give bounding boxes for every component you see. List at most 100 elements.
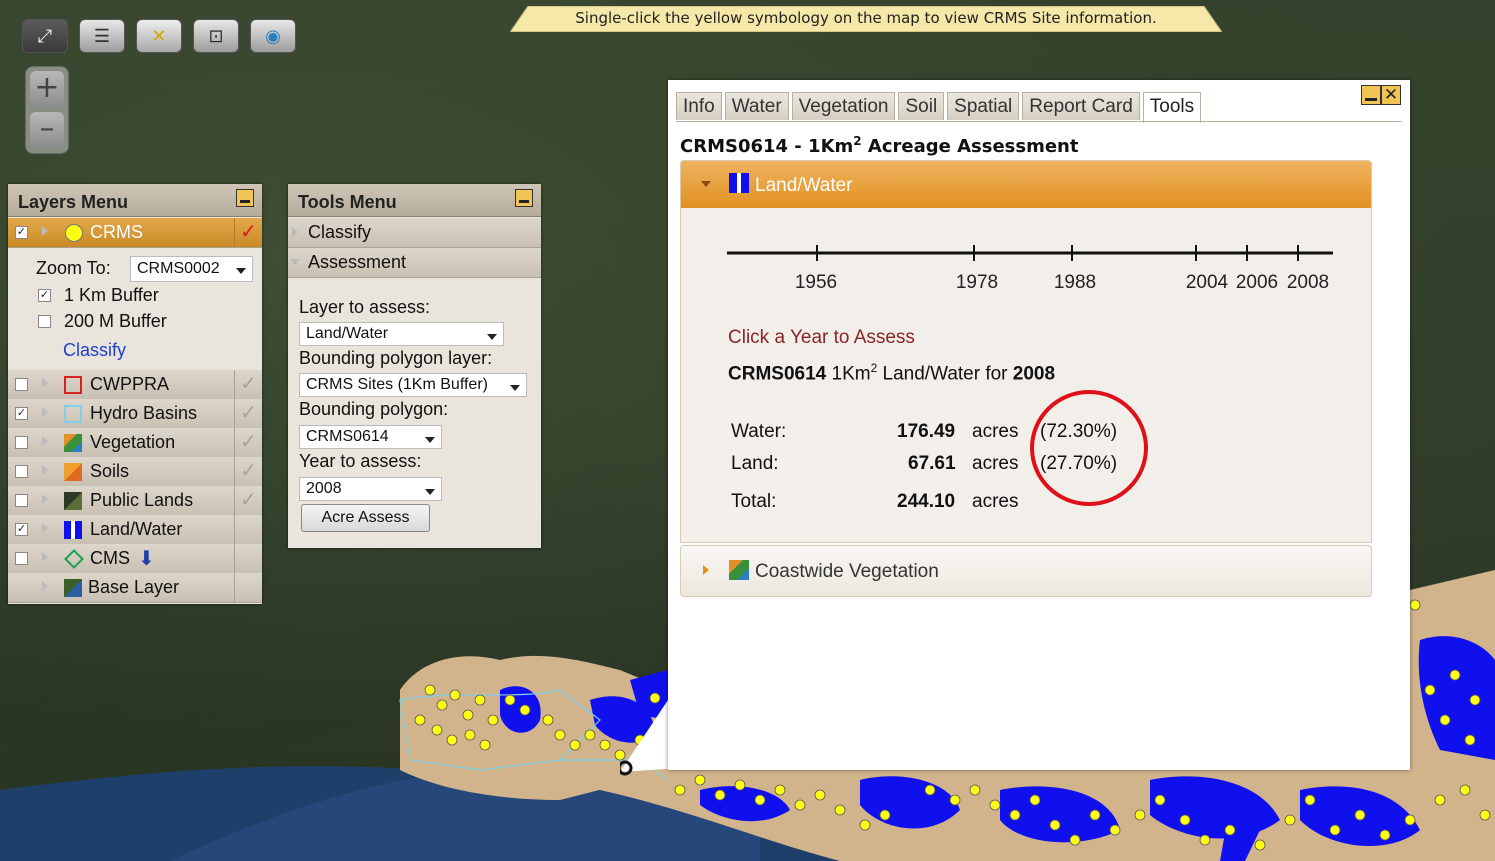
download-arrow-icon[interactable]: ⬇ xyxy=(138,546,155,571)
layer-label: Public Lands xyxy=(90,490,194,510)
land-value: 67.61 xyxy=(908,453,956,474)
year-select[interactable]: 2008 xyxy=(299,477,442,501)
total-label: Total: xyxy=(731,491,777,512)
year-2008[interactable]: 2008 xyxy=(1287,272,1329,294)
layers-menu-title: Layers Menu xyxy=(18,192,129,212)
minimize-button[interactable] xyxy=(1361,85,1381,105)
accordion-land-water[interactable]: Land/Water xyxy=(680,160,1372,210)
checkmark-icon: ✓ xyxy=(234,399,262,428)
zoom-extent-button[interactable]: ⊡ xyxy=(193,19,239,53)
tools-minimize-button[interactable] xyxy=(515,189,533,207)
chevron-down-icon xyxy=(510,385,520,391)
expand-arrow-icon[interactable] xyxy=(42,552,48,562)
checkmark-blank xyxy=(234,544,262,573)
clear-button[interactable]: ✕ xyxy=(136,19,182,53)
tab-info[interactable]: Info xyxy=(676,92,722,120)
layer-label: CWPPRA xyxy=(90,374,170,394)
hint-banner: Single-click the yellow symbology on the… xyxy=(510,6,1222,32)
layer-label: CMS xyxy=(90,548,130,568)
cms-checkbox[interactable] xyxy=(15,552,28,565)
zoom-to-select[interactable]: CRMS0002 xyxy=(130,256,253,282)
fullscreen-icon: ⤢ xyxy=(37,25,53,46)
tab-water[interactable]: Water xyxy=(724,92,789,120)
map-toolbar: ⤢ ☰ ✕ ⊡ ◉ xyxy=(22,19,296,53)
tools-section-assessment[interactable]: Assessment xyxy=(288,248,541,278)
result-unit: 1Km xyxy=(826,363,871,385)
acre-assess-button[interactable]: Acre Assess xyxy=(301,504,430,532)
bounding-layer-select[interactable]: CRMS Sites (1Km Buffer) xyxy=(299,373,527,397)
water-label: Water: xyxy=(731,421,787,442)
expand-arrow-icon[interactable] xyxy=(42,407,48,417)
accordion-label: Land/Water xyxy=(755,175,853,196)
zoom-control: + – xyxy=(25,66,69,154)
expand-arrow-icon[interactable] xyxy=(42,378,48,388)
vegetation-icon xyxy=(64,434,82,452)
tab-spatial[interactable]: Spatial xyxy=(947,92,1020,120)
tab-tools[interactable]: Tools xyxy=(1142,92,1202,123)
tools-section-classify[interactable]: Classify xyxy=(288,218,541,248)
zoom-out-button[interactable]: – xyxy=(30,112,64,148)
layer-row-cms[interactable]: CMS ⬇ xyxy=(8,544,262,574)
fullscreen-button[interactable]: ⤢ xyxy=(22,19,68,53)
title-suffix: Acreage Assessment xyxy=(861,136,1079,157)
title-superscript: 2 xyxy=(853,134,862,148)
water-unit: acres xyxy=(972,421,1019,442)
tab-report-card[interactable]: Report Card xyxy=(1022,92,1140,120)
layer-row-base-layer[interactable]: Base Layer xyxy=(8,573,262,603)
chevron-down-icon xyxy=(701,181,711,187)
layer-to-assess-select[interactable]: Land/Water xyxy=(299,322,504,346)
tools-menu-title: Tools Menu xyxy=(298,192,397,212)
accordion-coastwide-vegetation[interactable]: Coastwide Vegetation xyxy=(680,545,1372,597)
layer-row-soils[interactable]: Soils ✓ xyxy=(8,457,262,487)
globe-button[interactable]: ◉ xyxy=(250,19,296,53)
layers-button[interactable]: ☰ xyxy=(79,19,125,53)
expand-arrow-icon[interactable] xyxy=(42,523,48,533)
expand-arrow-icon[interactable] xyxy=(42,581,48,591)
hydro-basins-checkbox[interactable]: ✓ xyxy=(15,407,28,420)
layer-row-crms[interactable]: ✓ CRMS ✓ xyxy=(8,218,262,248)
year-1978[interactable]: 1978 xyxy=(956,272,998,294)
result-mid: Land/Water for xyxy=(877,363,1013,385)
chevron-right-icon xyxy=(703,565,709,575)
tab-soil[interactable]: Soil xyxy=(898,92,945,120)
layer-label-crms: CRMS xyxy=(90,222,143,242)
zoom-in-button[interactable]: + xyxy=(30,71,64,107)
soils-checkbox[interactable] xyxy=(15,465,28,478)
vegetation-checkbox[interactable] xyxy=(15,436,28,449)
land-unit: acres xyxy=(972,453,1019,474)
layer-row-public-lands[interactable]: Public Lands ✓ xyxy=(8,486,262,516)
layer-row-hydro-basins[interactable]: ✓ Hydro Basins ✓ xyxy=(8,399,262,429)
public-lands-checkbox[interactable] xyxy=(15,494,28,507)
tab-divider xyxy=(676,121,1402,122)
close-button[interactable]: ✕ xyxy=(1381,85,1401,105)
expand-arrow-icon[interactable] xyxy=(42,436,48,446)
layer-row-vegetation[interactable]: Vegetation ✓ xyxy=(8,428,262,458)
layer-row-land-water[interactable]: ✓ Land/Water xyxy=(8,515,262,545)
zoom-to-value: CRMS0002 xyxy=(137,260,220,277)
land-water-checkbox[interactable]: ✓ xyxy=(15,523,28,536)
crms-checkbox[interactable]: ✓ xyxy=(15,226,28,239)
bounding-polygon-label: Bounding polygon: xyxy=(299,399,449,419)
bounding-layer-label: Bounding polygon layer: xyxy=(299,348,493,368)
expand-arrow-icon[interactable] xyxy=(42,465,48,475)
crms-dot-icon xyxy=(65,224,83,242)
bounding-polygon-select[interactable]: CRMS0614 xyxy=(299,425,442,449)
classify-link[interactable]: Classify xyxy=(63,340,126,361)
year-1988[interactable]: 1988 xyxy=(1054,272,1096,294)
year-1956[interactable]: 1956 xyxy=(795,272,837,294)
expand-arrow-icon xyxy=(292,227,298,237)
cwppra-checkbox[interactable] xyxy=(15,378,28,391)
layers-minimize-button[interactable] xyxy=(236,189,254,207)
buffer-200m-checkbox[interactable] xyxy=(38,315,51,328)
water-value: 176.49 xyxy=(897,421,956,442)
tab-vegetation[interactable]: Vegetation xyxy=(791,92,896,120)
year-2006[interactable]: 2006 xyxy=(1236,272,1278,294)
buffer-1km-checkbox[interactable]: ✓ xyxy=(38,289,51,302)
public-lands-icon xyxy=(64,492,82,510)
layer-row-cwppra[interactable]: CWPPRA ✓ xyxy=(8,370,262,400)
expand-arrow-icon[interactable] xyxy=(42,226,48,236)
year-2004[interactable]: 2004 xyxy=(1186,272,1228,294)
expand-arrow-icon[interactable] xyxy=(42,494,48,504)
base-layer-icon xyxy=(64,579,82,597)
land-water-icon xyxy=(64,521,82,539)
